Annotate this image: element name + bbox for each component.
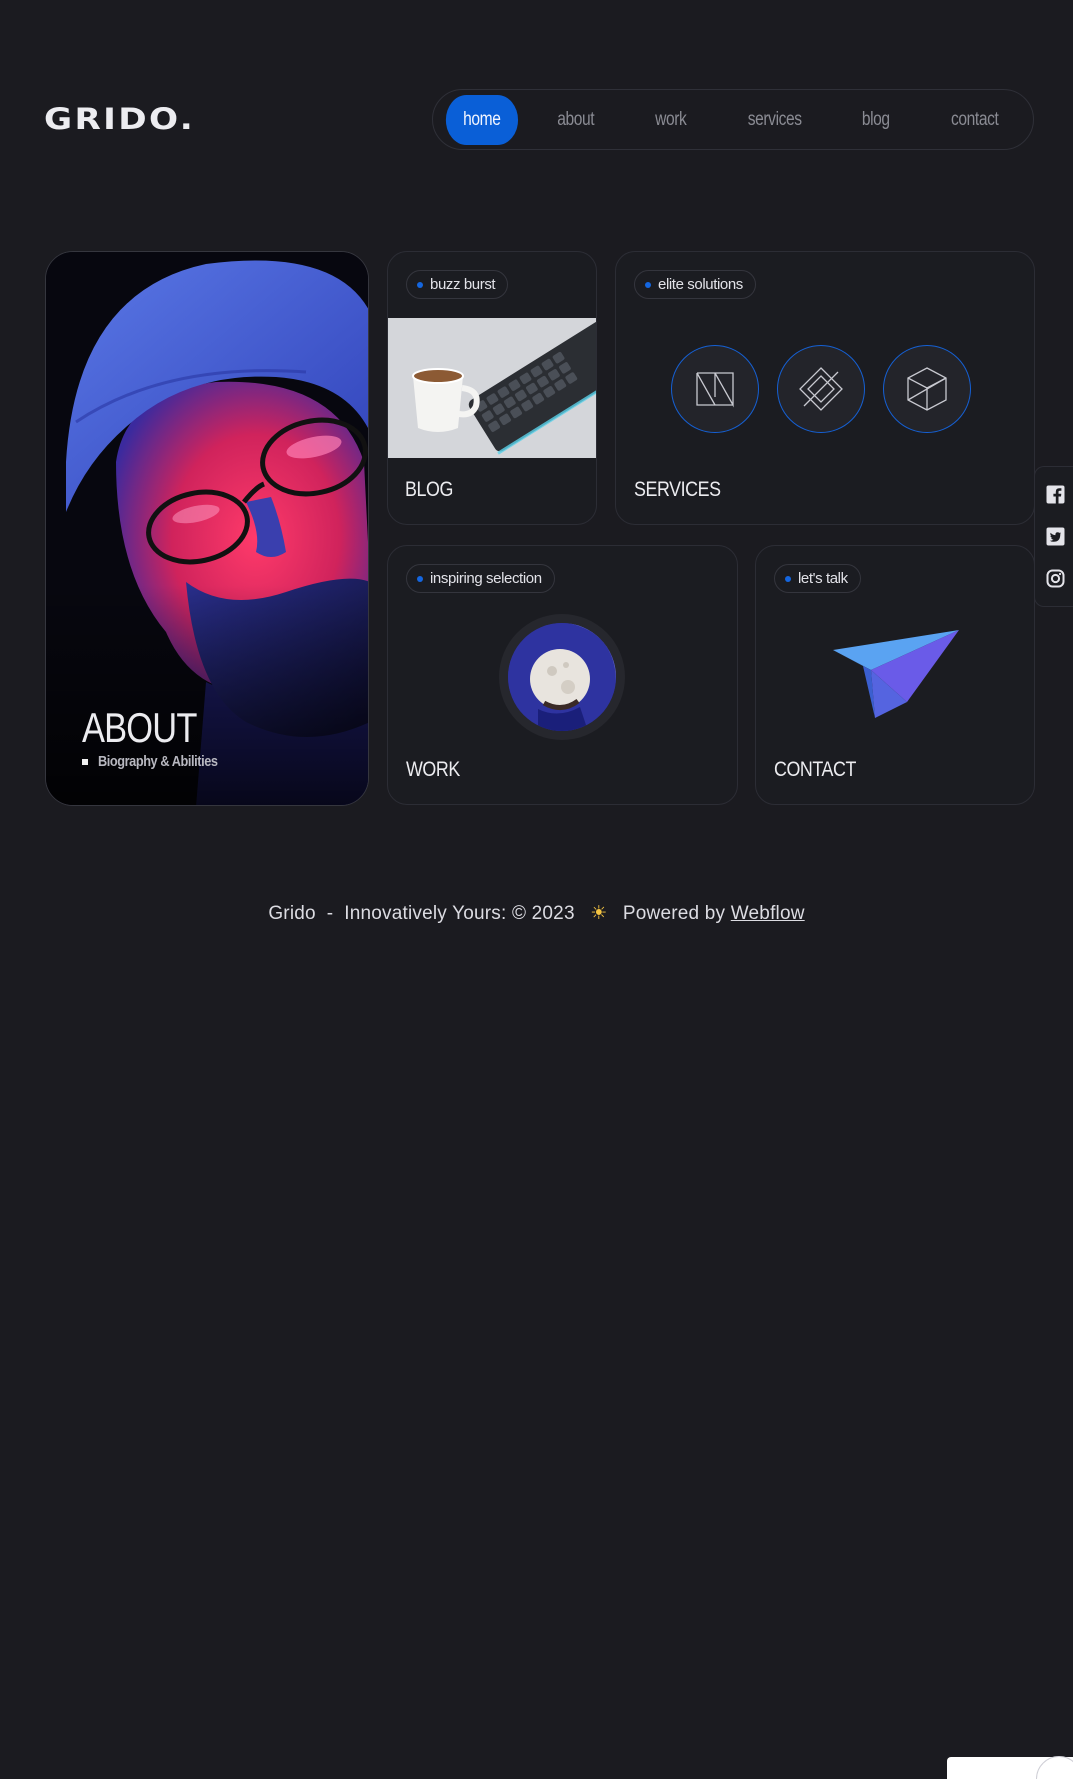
nav-work[interactable]: work (633, 95, 708, 145)
about-card[interactable]: ABOUT Biography & Abilities (45, 251, 369, 806)
twitter-icon[interactable] (1046, 527, 1065, 546)
work-image (499, 614, 625, 740)
sun-icon: ☀ (590, 903, 608, 924)
nav-home[interactable]: home (445, 94, 518, 145)
page: GRIDO. home about work services blog con… (0, 0, 1073, 1779)
social-bar (1034, 466, 1073, 607)
main-nav: home about work services blog contact (432, 89, 1034, 150)
work-tag-label: inspiring selection (430, 570, 542, 587)
footer-text: Innovatively Yours: © 2023 (344, 903, 575, 924)
paper-plane-icon (833, 630, 959, 718)
services-card[interactable]: elite solutions SERVICES (615, 251, 1035, 525)
about-subtitle-text: Biography & Abilities (98, 753, 218, 770)
contact-tag: let's talk (774, 564, 861, 593)
instagram-icon[interactable] (1046, 569, 1065, 588)
footer-brand: Grido (268, 903, 316, 924)
blog-card[interactable]: buzz burst BLOG (387, 251, 597, 525)
footer-separator: - (326, 903, 334, 924)
contact-card[interactable]: let's talk CONTACT (755, 545, 1035, 805)
blog-title: BLOG (405, 478, 453, 501)
nav-contact[interactable]: contact (929, 95, 1019, 145)
work-title: WORK (406, 758, 460, 781)
dot-icon (645, 281, 651, 288)
services-tag: elite solutions (634, 270, 756, 299)
blog-tag: buzz burst (406, 270, 509, 299)
dot-icon (417, 575, 423, 582)
nav-about[interactable]: about (535, 95, 617, 145)
services-tag-label: elite solutions (658, 276, 743, 293)
facebook-icon[interactable] (1046, 485, 1065, 504)
about-title: ABOUT (82, 704, 197, 751)
cube-logo-icon (883, 345, 971, 433)
blog-tag-label: buzz burst (430, 276, 496, 293)
logo[interactable]: GRIDO. (44, 102, 195, 136)
contact-title: CONTACT (774, 758, 856, 781)
nav-services[interactable]: services (727, 95, 822, 145)
work-card[interactable]: inspiring selection WORK (387, 545, 738, 805)
footer: Grido - Innovatively Yours: © 2023 ☀ Pow… (0, 902, 1073, 925)
diamond-logo-icon (777, 345, 865, 433)
dot-icon (417, 281, 423, 288)
dot-icon (785, 575, 791, 582)
contact-tag-label: let's talk (798, 570, 848, 587)
n-logo-icon (671, 345, 759, 433)
nav-blog[interactable]: blog (840, 95, 912, 145)
footer-powered: Powered by (622, 903, 726, 924)
work-tag: inspiring selection (406, 564, 555, 593)
blog-image (388, 318, 596, 458)
services-title: SERVICES (634, 478, 721, 501)
about-subtitle: Biography & Abilities (82, 753, 239, 770)
webflow-link[interactable]: Webflow (731, 903, 805, 924)
bullet-icon (82, 758, 88, 765)
